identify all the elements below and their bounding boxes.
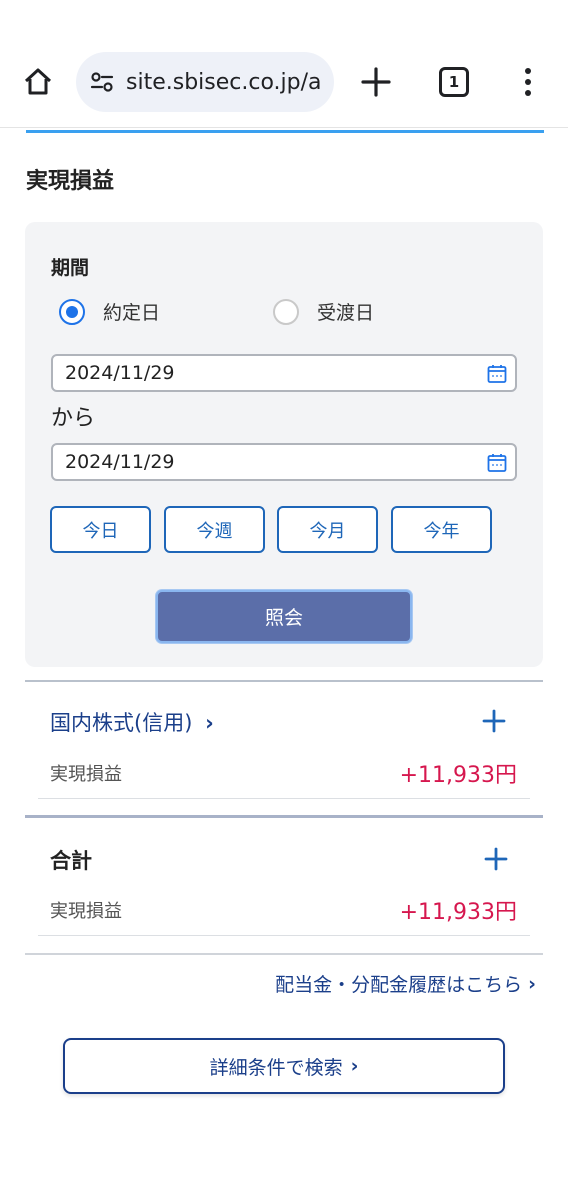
radio-settlement-date-label: 受渡日 bbox=[317, 302, 375, 324]
date-from-value: 2024/11/29 bbox=[65, 362, 175, 384]
category-link-domestic-margin[interactable]: 国内株式(信用) › bbox=[50, 707, 214, 737]
radio-trade-date[interactable]: 約定日 bbox=[59, 298, 160, 325]
this-month-button[interactable]: 今月 bbox=[277, 506, 378, 553]
category-row: 国内株式(信用) › bbox=[50, 707, 520, 737]
radio-trade-date-label: 約定日 bbox=[103, 302, 161, 324]
section-divider bbox=[25, 680, 543, 682]
total-label: 合計 bbox=[50, 849, 92, 873]
radio-selected-icon[interactable] bbox=[59, 298, 85, 325]
expand-plus-icon[interactable] bbox=[484, 847, 508, 871]
period-label: 期間 bbox=[51, 257, 90, 279]
header-accent-line bbox=[26, 130, 544, 133]
total-pl-value: +11,933円 bbox=[399, 900, 517, 925]
date-to-input[interactable]: 2024/11/29 bbox=[51, 443, 517, 481]
radio-unselected-icon[interactable] bbox=[273, 298, 299, 325]
page-title: 実現損益 bbox=[26, 169, 115, 194]
calendar-icon[interactable] bbox=[487, 453, 507, 473]
expand-plus-icon[interactable] bbox=[482, 709, 506, 733]
address-bar[interactable]: site.sbisec.co.jp/a bbox=[76, 52, 334, 112]
total-pl-label: 実現損益 bbox=[50, 901, 122, 922]
dividend-history-label: 配当金・分配金履歴はこちら bbox=[275, 974, 523, 996]
tab-count: 1 bbox=[448, 73, 460, 91]
home-icon bbox=[24, 68, 52, 95]
tab-switcher-button[interactable]: 1 bbox=[439, 67, 469, 97]
chevron-right-icon: › bbox=[528, 972, 536, 995]
radio-settlement-date[interactable]: 受渡日 bbox=[273, 298, 374, 325]
filter-panel: 期間 約定日 受渡日 2024/11/29 から 2024/11/29 今日 今… bbox=[25, 222, 543, 667]
detail-search-button[interactable]: 詳細条件で検索 › bbox=[63, 1038, 505, 1094]
dividend-history-link[interactable]: 配当金・分配金履歴はこちら › bbox=[275, 970, 536, 997]
calendar-icon[interactable] bbox=[487, 364, 507, 384]
category-name: 国内株式(信用) bbox=[50, 711, 193, 735]
total-divider bbox=[25, 815, 543, 818]
date-range-connector: から bbox=[51, 406, 96, 431]
today-button[interactable]: 今日 bbox=[50, 506, 151, 553]
new-tab-icon[interactable] bbox=[358, 64, 394, 100]
realized-pl-value: +11,933円 bbox=[399, 763, 517, 788]
this-year-button[interactable]: 今年 bbox=[391, 506, 492, 553]
chevron-right-icon: › bbox=[205, 711, 214, 735]
row-separator bbox=[38, 798, 530, 799]
date-from-input[interactable]: 2024/11/29 bbox=[51, 354, 517, 392]
section-divider bbox=[25, 953, 543, 955]
realized-pl-label: 実現損益 bbox=[50, 764, 122, 785]
more-menu-icon[interactable] bbox=[516, 64, 540, 100]
detail-search-label: 詳細条件で検索 bbox=[209, 1056, 343, 1079]
chevron-right-icon: › bbox=[350, 1055, 359, 1077]
date-to-value: 2024/11/29 bbox=[65, 451, 175, 473]
query-button[interactable]: 照会 bbox=[156, 590, 412, 643]
url-text[interactable]: site.sbisec.co.jp/a bbox=[126, 70, 322, 95]
site-settings-icon[interactable] bbox=[88, 68, 116, 96]
home-button[interactable] bbox=[18, 62, 58, 102]
row-separator bbox=[38, 935, 530, 936]
browser-toolbar: site.sbisec.co.jp/a 1 bbox=[0, 0, 568, 128]
this-week-button[interactable]: 今週 bbox=[164, 506, 265, 553]
